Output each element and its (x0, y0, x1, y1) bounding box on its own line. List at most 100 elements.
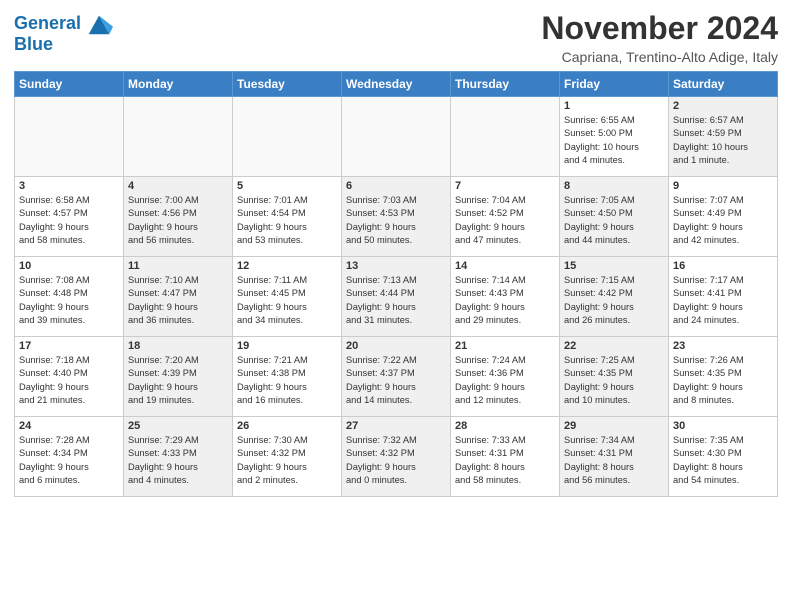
day-cell: 17Sunrise: 7:18 AM Sunset: 4:40 PM Dayli… (15, 337, 124, 417)
day-info: Sunrise: 7:20 AM Sunset: 4:39 PM Dayligh… (128, 354, 228, 408)
day-cell (15, 97, 124, 177)
day-number: 28 (455, 420, 555, 432)
day-cell (233, 97, 342, 177)
week-row-0: 1 Sunrise: 6:55 AM Sunset: 5:00 PM Daylig… (15, 97, 778, 177)
calendar-table: SundayMondayTuesdayWednesdayThursdayFrid… (14, 71, 778, 497)
day-cell: 28Sunrise: 7:33 AM Sunset: 4:31 PM Dayli… (451, 417, 560, 497)
day-info: Sunrise: 7:04 AM Sunset: 4:52 PM Dayligh… (455, 194, 555, 248)
day-number: 7 (455, 180, 555, 192)
day-info: Sunrise: 7:25 AM Sunset: 4:35 PM Dayligh… (564, 354, 664, 408)
day-number: 23 (673, 340, 773, 352)
day-number: 10 (19, 260, 119, 272)
day-info: Sunrise: 6:55 AM Sunset: 5:00 PM Dayligh… (564, 114, 664, 168)
logo-text: General (14, 14, 81, 34)
subtitle: Capriana, Trentino-Alto Adige, Italy (541, 49, 778, 65)
day-cell (124, 97, 233, 177)
day-cell: 8 Sunrise: 7:05 AM Sunset: 4:50 PM Daylig… (560, 177, 669, 257)
day-number: 8 (564, 180, 664, 192)
day-info: Sunrise: 7:22 AM Sunset: 4:37 PM Dayligh… (346, 354, 446, 408)
day-cell: 13 Sunrise: 7:13 AM Sunset: 4:44 PM Dayli… (342, 257, 451, 337)
day-info: Sunrise: 7:10 AM Sunset: 4:47 PM Dayligh… (128, 274, 228, 328)
header-cell-thursday: Thursday (451, 72, 560, 97)
day-number: 17 (19, 340, 119, 352)
day-info: Sunrise: 7:35 AM Sunset: 4:30 PM Dayligh… (673, 434, 773, 488)
logo: General Blue (14, 10, 113, 55)
day-cell: 10Sunrise: 7:08 AM Sunset: 4:48 PM Dayli… (15, 257, 124, 337)
day-cell: 29Sunrise: 7:34 AM Sunset: 4:31 PM Dayli… (560, 417, 669, 497)
day-number: 24 (19, 420, 119, 432)
day-info: Sunrise: 7:14 AM Sunset: 4:43 PM Dayligh… (455, 274, 555, 328)
calendar-body: 1 Sunrise: 6:55 AM Sunset: 5:00 PM Daylig… (15, 97, 778, 497)
day-info: Sunrise: 7:07 AM Sunset: 4:49 PM Dayligh… (673, 194, 773, 248)
day-cell: 22 Sunrise: 7:25 AM Sunset: 4:35 PM Dayli… (560, 337, 669, 417)
day-number: 4 (128, 180, 228, 192)
day-cell: 24 Sunrise: 7:28 AM Sunset: 4:34 PM Dayli… (15, 417, 124, 497)
day-number: 30 (673, 420, 773, 432)
day-number: 6 (346, 180, 446, 192)
day-cell: 23 Sunrise: 7:26 AM Sunset: 4:35 PM Dayli… (669, 337, 778, 417)
day-number: 27 (346, 420, 446, 432)
day-number: 16 (673, 260, 773, 272)
day-number: 12 (237, 260, 337, 272)
day-cell (451, 97, 560, 177)
week-row-3: 17Sunrise: 7:18 AM Sunset: 4:40 PM Dayli… (15, 337, 778, 417)
day-cell: 6 Sunrise: 7:03 AM Sunset: 4:53 PM Daylig… (342, 177, 451, 257)
day-info: Sunrise: 7:11 AM Sunset: 4:45 PM Dayligh… (237, 274, 337, 328)
day-cell: 5 Sunrise: 7:01 AM Sunset: 4:54 PM Daylig… (233, 177, 342, 257)
header-cell-friday: Friday (560, 72, 669, 97)
day-cell (342, 97, 451, 177)
day-info: Sunrise: 7:26 AM Sunset: 4:35 PM Dayligh… (673, 354, 773, 408)
day-number: 13 (346, 260, 446, 272)
day-number: 26 (237, 420, 337, 432)
logo-icon (85, 10, 113, 38)
day-info: Sunrise: 7:24 AM Sunset: 4:36 PM Dayligh… (455, 354, 555, 408)
day-number: 19 (237, 340, 337, 352)
day-number: 15 (564, 260, 664, 272)
day-cell: 12 Sunrise: 7:11 AM Sunset: 4:45 PM Dayli… (233, 257, 342, 337)
day-info: Sunrise: 7:01 AM Sunset: 4:54 PM Dayligh… (237, 194, 337, 248)
day-info: Sunrise: 7:30 AM Sunset: 4:32 PM Dayligh… (237, 434, 337, 488)
day-cell: 1 Sunrise: 6:55 AM Sunset: 5:00 PM Daylig… (560, 97, 669, 177)
title-block: November 2024 Capriana, Trentino-Alto Ad… (541, 10, 778, 65)
day-info: Sunrise: 7:32 AM Sunset: 4:32 PM Dayligh… (346, 434, 446, 488)
day-number: 1 (564, 100, 664, 112)
header-cell-monday: Monday (124, 72, 233, 97)
day-cell: 21Sunrise: 7:24 AM Sunset: 4:36 PM Dayli… (451, 337, 560, 417)
day-cell: 16Sunrise: 7:17 AM Sunset: 4:41 PM Dayli… (669, 257, 778, 337)
day-cell: 14Sunrise: 7:14 AM Sunset: 4:43 PM Dayli… (451, 257, 560, 337)
week-row-1: 3Sunrise: 6:58 AM Sunset: 4:57 PM Daylig… (15, 177, 778, 257)
week-row-4: 24 Sunrise: 7:28 AM Sunset: 4:34 PM Dayli… (15, 417, 778, 497)
day-info: Sunrise: 7:13 AM Sunset: 4:44 PM Dayligh… (346, 274, 446, 328)
day-cell: 3Sunrise: 6:58 AM Sunset: 4:57 PM Daylig… (15, 177, 124, 257)
day-number: 18 (128, 340, 228, 352)
day-number: 2 (673, 100, 773, 112)
day-info: Sunrise: 7:05 AM Sunset: 4:50 PM Dayligh… (564, 194, 664, 248)
day-cell: 11 Sunrise: 7:10 AM Sunset: 4:47 PM Dayli… (124, 257, 233, 337)
header-cell-saturday: Saturday (669, 72, 778, 97)
day-cell: 18 Sunrise: 7:20 AM Sunset: 4:39 PM Dayli… (124, 337, 233, 417)
day-cell: 20Sunrise: 7:22 AM Sunset: 4:37 PM Dayli… (342, 337, 451, 417)
day-info: Sunrise: 7:28 AM Sunset: 4:34 PM Dayligh… (19, 434, 119, 488)
day-number: 9 (673, 180, 773, 192)
day-cell: 25 Sunrise: 7:29 AM Sunset: 4:33 PM Dayli… (124, 417, 233, 497)
day-cell: 30 Sunrise: 7:35 AM Sunset: 4:30 PM Dayli… (669, 417, 778, 497)
day-cell: 26 Sunrise: 7:30 AM Sunset: 4:32 PM Dayli… (233, 417, 342, 497)
week-row-2: 10Sunrise: 7:08 AM Sunset: 4:48 PM Dayli… (15, 257, 778, 337)
day-info: Sunrise: 6:57 AM Sunset: 4:59 PM Dayligh… (673, 114, 773, 168)
day-number: 22 (564, 340, 664, 352)
day-number: 25 (128, 420, 228, 432)
day-info: Sunrise: 7:29 AM Sunset: 4:33 PM Dayligh… (128, 434, 228, 488)
day-cell: 19 Sunrise: 7:21 AM Sunset: 4:38 PM Dayli… (233, 337, 342, 417)
day-info: Sunrise: 7:00 AM Sunset: 4:56 PM Dayligh… (128, 194, 228, 248)
day-cell: 4 Sunrise: 7:00 AM Sunset: 4:56 PM Daylig… (124, 177, 233, 257)
day-info: Sunrise: 7:03 AM Sunset: 4:53 PM Dayligh… (346, 194, 446, 248)
day-number: 11 (128, 260, 228, 272)
day-cell: 27 Sunrise: 7:32 AM Sunset: 4:32 PM Dayli… (342, 417, 451, 497)
day-number: 5 (237, 180, 337, 192)
day-info: Sunrise: 7:21 AM Sunset: 4:38 PM Dayligh… (237, 354, 337, 408)
header: General Blue November 2024 Capriana, Tre… (14, 10, 778, 65)
day-number: 3 (19, 180, 119, 192)
header-cell-wednesday: Wednesday (342, 72, 451, 97)
calendar-header-row: SundayMondayTuesdayWednesdayThursdayFrid… (15, 72, 778, 97)
header-cell-tuesday: Tuesday (233, 72, 342, 97)
